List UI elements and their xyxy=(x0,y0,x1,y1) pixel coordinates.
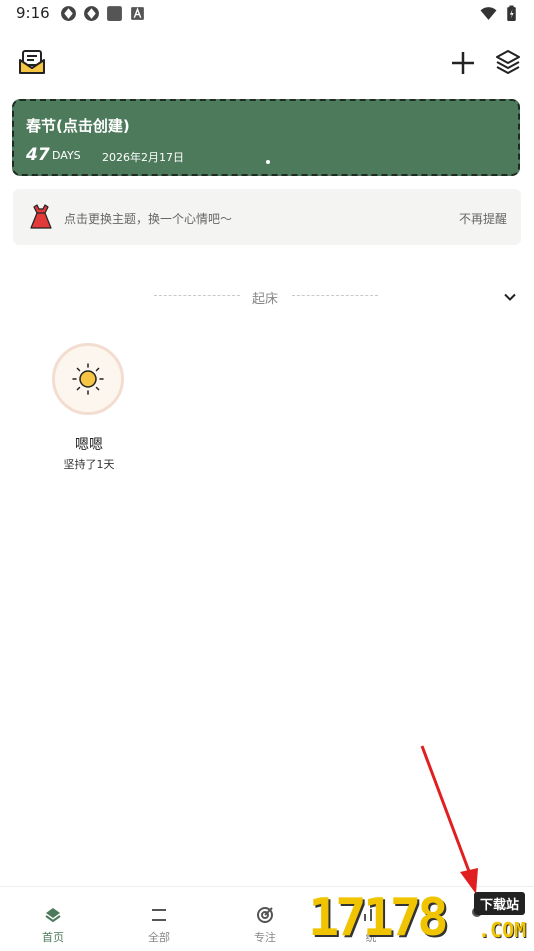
mail-icon[interactable] xyxy=(18,48,46,76)
target-icon xyxy=(257,907,273,923)
font-notification-icon xyxy=(131,7,144,20)
watermark-number: 17178 xyxy=(308,888,449,948)
nav-all[interactable]: 全部 xyxy=(106,887,212,951)
menu-lines-icon xyxy=(152,909,166,921)
battery-icon xyxy=(507,5,516,21)
countdown-card[interactable]: 春节(点击创建) 47 DAYS 2026年2月17日 xyxy=(12,99,520,176)
watermark-domain: .COM xyxy=(478,918,527,942)
status-bar: 9:16 xyxy=(0,0,534,28)
system-status-icons xyxy=(480,5,520,22)
wifi-icon xyxy=(480,7,497,20)
countdown-days: 47 xyxy=(26,145,50,165)
layers-icon[interactable] xyxy=(494,48,522,76)
notification-icons xyxy=(60,5,146,22)
sun-icon xyxy=(72,363,104,395)
habit-name: 嗯嗯 xyxy=(75,437,103,453)
countdown-date: 2026年2月17日 xyxy=(102,151,184,164)
countdown-title: 春节(点击创建) xyxy=(26,117,130,135)
top-toolbar xyxy=(0,42,534,82)
theme-tip-bar[interactable]: 点击更换主题，换一个心情吧～ 不再提醒 xyxy=(13,189,521,245)
habit-icon-circle[interactable] xyxy=(52,343,124,415)
status-time: 9:16 xyxy=(16,4,50,22)
add-icon[interactable] xyxy=(448,48,478,78)
countdown-unit: DAYS xyxy=(52,149,81,162)
site-watermark: 17178 下载站 .COM xyxy=(308,888,534,950)
square-notification-icon xyxy=(107,6,122,21)
nav-home-label: 首页 xyxy=(42,931,64,944)
nav-all-label: 全部 xyxy=(148,931,170,944)
chevron-down-icon[interactable] xyxy=(503,290,517,304)
annotation-arrow-icon xyxy=(420,745,478,894)
dismiss-tip-button[interactable]: 不再提醒 xyxy=(459,210,507,227)
section-header: 起床 xyxy=(0,282,534,310)
section-title: 起床 xyxy=(252,292,279,307)
nav-home[interactable]: 首页 xyxy=(0,887,106,951)
habit-streak: 坚持了1天 xyxy=(63,458,115,471)
nav-focus-label: 专注 xyxy=(254,931,276,944)
watermark-badge: 下载站 xyxy=(474,892,526,915)
page-indicator-dot xyxy=(266,160,270,164)
divider-line xyxy=(154,295,240,296)
divider-line xyxy=(292,295,378,296)
app-notification-icon xyxy=(61,6,76,21)
tip-text: 点击更换主题，换一个心情吧～ xyxy=(64,212,233,226)
nav-focus[interactable]: 专注 xyxy=(212,887,318,951)
app-notification-icon xyxy=(84,6,99,21)
home-layers-icon xyxy=(45,908,61,923)
dress-icon xyxy=(30,204,52,229)
